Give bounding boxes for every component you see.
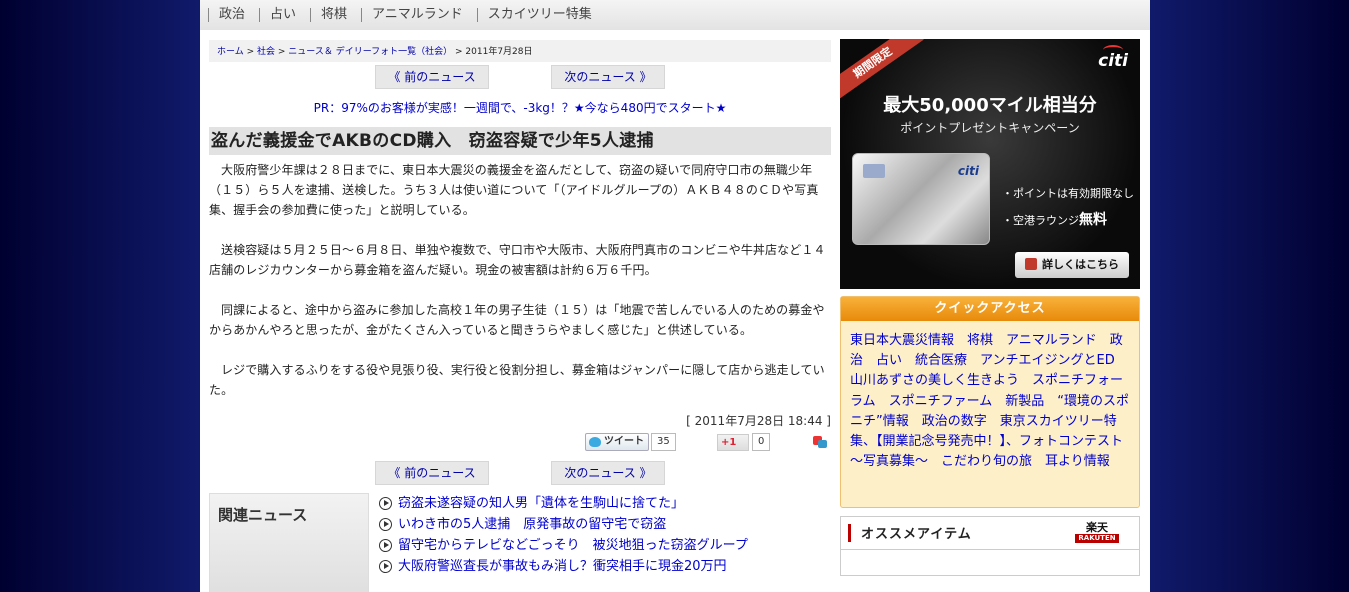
news-navigation-bottom: 《 前のニュース 次のニュース 》 [209, 461, 831, 485]
page: 政治 占い 将棋 アニマルランド スカイツリー特集 ホーム > 社会 > ニュー… [200, 0, 1150, 592]
next-news-button[interactable]: 次のニュース 》 [551, 461, 665, 485]
background-right [1150, 0, 1349, 592]
citi-ad-banner[interactable]: 期間限定 citi 最大50,000マイル相当分 ポイントプレゼントキャンペーン… [840, 39, 1140, 289]
related-news: 関連ニュース 窃盗未遂容疑の知人男「遺体を生駒山に捨てた」 いわき市の5人逮捕 … [209, 493, 831, 592]
breadcrumb-separator: > [243, 47, 257, 57]
topnav-animalland[interactable]: アニマルランド [361, 8, 477, 22]
related-link[interactable]: 窃盗未遂容疑の知人男「遺体を生駒山に捨てた」 [398, 494, 684, 514]
list-item[interactable]: 留守宅からテレビなどごっそり 被災地狙った窃盗グループ [379, 535, 748, 556]
topnav-shogi[interactable]: 将棋 [310, 8, 361, 22]
ad-headline: 最大50,000マイル相当分 [883, 95, 1097, 116]
article-body: 大阪府警少年課は２８日までに、東日本大震災の義援金を盗んだとして、窃盗の疑いで同… [209, 160, 831, 400]
breadcrumb-daily[interactable]: ニュース＆ デイリーフォト一覧（社会） [288, 47, 452, 57]
article-paragraph: 同課によると、途中から盗みに参加した高校１年の男子生徒（１５）は「地震で苦しんで… [209, 303, 825, 337]
ad-bullet-bold: 無料 [1079, 212, 1107, 228]
topnav-seiji[interactable]: 政治 [208, 8, 259, 22]
next-news-button[interactable]: 次のニュース 》 [551, 65, 665, 89]
related-news-list: 窃盗未遂容疑の知人男「遺体を生駒山に捨てた」 いわき市の5人逮捕 原発事故の留守… [379, 493, 748, 577]
top-navigation: 政治 占い 将棋 アニマルランド スカイツリー特集 [200, 0, 1150, 30]
recommended-items: オススメアイテム 楽天 RAKUTEN [840, 516, 1140, 576]
section-marker [848, 524, 851, 542]
quick-access-title: クイックアクセス [841, 297, 1139, 321]
breadcrumb-home[interactable]: ホーム [217, 47, 244, 57]
prev-news-button[interactable]: 《 前のニュース [375, 65, 489, 89]
background-left [0, 0, 200, 592]
bookmark-icon[interactable] [813, 434, 827, 448]
breadcrumb-separator: > [275, 47, 289, 57]
related-link[interactable]: いわき市の5人逮捕 原発事故の留守宅で窃盗 [398, 515, 666, 535]
twitter-bird-icon [589, 437, 601, 447]
news-navigation-top: 《 前のニュース 次のニュース 》 [209, 65, 831, 89]
quick-access: クイックアクセス 東日本大震災情報 将棋 アニマルランド 政治 占い 統合医療 … [840, 296, 1140, 508]
gplus-count: 0 [752, 433, 771, 451]
article-paragraph: レジで購入するふりをする役や見張り役、実行役と役割分担し、募金箱はジャンパーに隠… [209, 363, 825, 397]
related-link[interactable]: 留守宅からテレビなどごっそり 被災地狙った窃盗グループ [398, 536, 748, 556]
prev-news-button[interactable]: 《 前のニュース [375, 461, 489, 485]
topnav-uranai[interactable]: 占い [259, 8, 310, 22]
related-news-title: 関連ニュース [209, 493, 369, 592]
sidebar: 期間限定 citi 最大50,000マイル相当分 ポイントプレゼントキャンペーン… [840, 39, 1140, 576]
breadcrumb-separator: > [452, 47, 466, 57]
breadcrumb-date: 2011年7月28日 [465, 47, 533, 57]
pr-link[interactable]: PR：97%のお客様が実感！一週間で、-3kg！？★今なら480円でスタート★ [209, 99, 831, 117]
play-circle-icon [379, 497, 392, 510]
topnav-skytree[interactable]: スカイツリー特集 [476, 8, 606, 22]
rakuten-logo[interactable]: 楽天 RAKUTEN [1075, 521, 1119, 545]
article-dateline: [ 2011年7月28日 18:44 ] [686, 414, 831, 428]
tweet-count: 35 [651, 433, 676, 451]
ad-subheadline: ポイントプレゼントキャンペーン [900, 121, 1080, 135]
ad-bullet: ・ポイントは有効期限なし [1002, 187, 1134, 200]
breadcrumb-society[interactable]: 社会 [257, 47, 275, 57]
social-buttons: ツイート 35 +1 0 [209, 433, 831, 457]
breadcrumb: ホーム > 社会 > ニュース＆ デイリーフォト一覧（社会） > 2011年7月… [209, 40, 831, 62]
tweet-button[interactable]: ツイート [585, 433, 649, 451]
play-circle-icon [379, 539, 392, 552]
quick-access-links[interactable]: 東日本大震災情報 将棋 アニマルランド 政治 占い 統合医療 アンチエイジングと… [841, 321, 1139, 472]
rakuten-subtext: RAKUTEN [1075, 534, 1119, 543]
gplus-button[interactable]: +1 [717, 434, 749, 451]
article-paragraph: 送検容疑は５月２５日～６月８日、単独や複数で、守口市や大阪市、大阪府門真市のコン… [209, 243, 826, 277]
list-item[interactable]: 窃盗未遂容疑の知人男「遺体を生駒山に捨てた」 [379, 493, 748, 514]
card-citi-logo: citi [957, 164, 979, 178]
ad-more-button[interactable]: 詳しくはこちら [1015, 252, 1129, 278]
main-content: ホーム > 社会 > ニュース＆ デイリーフォト一覧（社会） > 2011年7月… [209, 40, 831, 592]
rakuten-text: 楽天 [1086, 521, 1108, 534]
tweet-label: ツイート [604, 436, 644, 447]
play-circle-icon [379, 518, 392, 531]
related-link[interactable]: 大阪府警巡査長が事故もみ消し？衝突相手に現金20万円 [398, 557, 727, 577]
list-item[interactable]: 大阪府警巡査長が事故もみ消し？衝突相手に現金20万円 [379, 556, 748, 577]
ad-bullet: ・空港ラウンジ無料 [1002, 209, 1107, 229]
play-circle-icon [379, 560, 392, 573]
recommended-title: オススメアイテム [861, 527, 972, 542]
card-chip-icon [863, 164, 885, 178]
divider [841, 549, 1139, 550]
article-paragraph: 大阪府警少年課は２８日までに、東日本大震災の義援金を盗んだとして、窃盗の疑いで同… [209, 163, 819, 217]
citi-logo: citi [1098, 45, 1128, 71]
list-item[interactable]: いわき市の5人逮捕 原発事故の留守宅で窃盗 [379, 514, 748, 535]
ad-bullet-text: ・空港ラウンジ [1002, 214, 1079, 227]
article-headline: 盗んだ義援金でAKBのCD購入 窃盗容疑で少年5人逮捕 [209, 127, 831, 155]
credit-card-image: citi [852, 153, 990, 245]
